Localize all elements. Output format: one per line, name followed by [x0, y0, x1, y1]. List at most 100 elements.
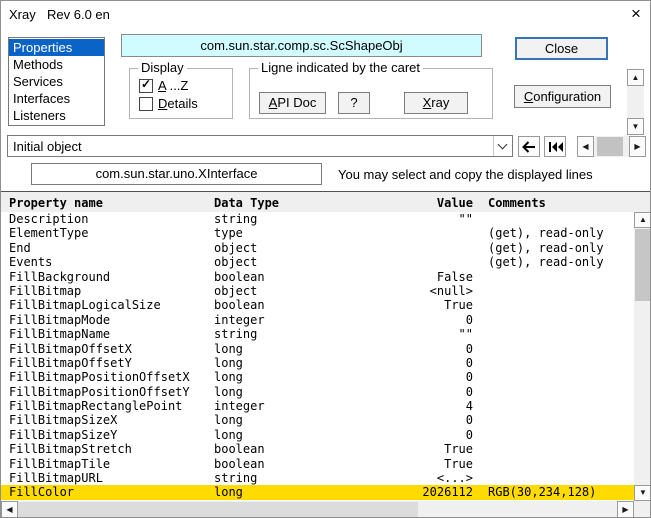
cell-type: boolean — [214, 270, 265, 284]
display-group: Display ✓ A ...Z Details — [129, 68, 233, 119]
table-row[interactable]: FillBitmapPositionOffsetXlong0 — [1, 370, 634, 384]
previous-object-button[interactable] — [518, 136, 540, 157]
up-arrow-icon: ▲ — [639, 216, 647, 224]
object-name-field[interactable]: com.sun.star.comp.sc.ScShapeObj — [121, 34, 482, 57]
down-arrow-icon: ▼ — [639, 489, 647, 497]
help-button-label: ? — [350, 95, 357, 110]
cell-value: True — [323, 442, 473, 456]
chevron-down-icon — [498, 140, 508, 150]
display-group-label: Display — [138, 61, 187, 74]
table-row[interactable]: FillBitmapobject<null> — [1, 284, 634, 298]
cell-comment: (get), read-only — [488, 241, 604, 255]
cell-value: <null> — [323, 284, 473, 298]
az-checkbox[interactable]: ✓ A ...Z — [139, 78, 188, 93]
cell-value: 0 — [323, 356, 473, 370]
table-row[interactable]: FillBitmapSizeYlong0 — [1, 428, 634, 442]
property-table-header: Property name Data Type Value Comments — [1, 191, 651, 212]
window-close-icon[interactable]: × — [625, 3, 647, 25]
column-header-property-name: Property name — [9, 196, 103, 210]
table-horizontal-scrollbar[interactable]: ◀ ▶ — [1, 501, 634, 518]
api-doc-button[interactable]: API Doc — [259, 92, 326, 114]
cell-name: Description — [9, 212, 88, 226]
details-checkbox[interactable]: Details — [139, 96, 198, 111]
cell-type: type — [214, 226, 243, 240]
table-row[interactable]: Descriptionstring"" — [1, 212, 634, 226]
table-row[interactable]: FillBitmapOffsetYlong0 — [1, 356, 634, 370]
listbox-item-interfaces[interactable]: Interfaces — [9, 90, 104, 107]
table-row[interactable]: FillBitmapModeinteger0 — [1, 313, 634, 327]
cell-name: FillBitmapRectanglePoint — [9, 399, 182, 413]
cell-comment: (get), read-only — [488, 255, 604, 269]
cell-type: object — [214, 241, 257, 255]
scrollbar-thumb[interactable] — [18, 502, 418, 518]
up-arrow-icon: ▲ — [632, 74, 640, 82]
column-header-value: Value — [323, 196, 473, 210]
cell-type: string — [214, 327, 257, 341]
cell-value: 0 — [323, 313, 473, 327]
cell-type: long — [214, 413, 243, 427]
cell-name: FillBitmapMode — [9, 313, 110, 327]
window-revision: Rev 6.0 en — [47, 7, 110, 22]
cell-type: object — [214, 255, 257, 269]
dialog-horizontal-scrollbar[interactable]: ◀ ▶ — [577, 136, 646, 157]
listbox-item-properties[interactable]: Properties — [9, 39, 104, 56]
scroll-up-button[interactable]: ▲ — [627, 69, 644, 86]
table-row[interactable]: FillColorlong2026112RGB(30,234,128) — [1, 485, 634, 499]
cell-name: Events — [9, 255, 52, 269]
back-arrow-icon — [522, 141, 536, 153]
scroll-down-button[interactable]: ▼ — [634, 485, 651, 501]
table-row[interactable]: ElementTypetype(get), read-only — [1, 226, 634, 240]
xray-window: Xray Rev 6.0 en × Properties Methods Ser… — [0, 0, 651, 518]
cell-name: FillBitmapTile — [9, 457, 110, 471]
table-row[interactable]: FillBitmapSizeXlong0 — [1, 413, 634, 427]
api-doc-button-label: API Doc — [269, 93, 317, 113]
scroll-right-button[interactable]: ▶ — [617, 501, 634, 518]
scrollbar-thumb[interactable] — [635, 229, 651, 301]
scrollbar-thumb[interactable] — [597, 137, 623, 156]
listbox-item-services[interactable]: Services — [9, 73, 104, 90]
dialog-vertical-scrollbar[interactable]: ▲ ▼ — [627, 69, 644, 135]
cell-value: 0 — [323, 342, 473, 356]
column-header-comments: Comments — [488, 196, 546, 210]
cell-value: "" — [323, 212, 473, 226]
table-row[interactable]: FillBitmapStretchbooleanTrue — [1, 442, 634, 456]
first-object-button[interactable] — [544, 136, 566, 157]
table-row[interactable]: FillBitmapRectanglePointinteger4 — [1, 399, 634, 413]
cell-value: <...> — [323, 471, 473, 485]
table-row[interactable]: FillBitmapPositionOffsetYlong0 — [1, 385, 634, 399]
table-row[interactable]: FillBitmapLogicalSizebooleanTrue — [1, 298, 634, 312]
cell-type: boolean — [214, 457, 265, 471]
table-row[interactable]: FillBitmapTilebooleanTrue — [1, 457, 634, 471]
scroll-left-button[interactable]: ◀ — [577, 136, 594, 157]
close-button[interactable]: Close — [515, 37, 608, 60]
table-row[interactable]: FillBitmapOffsetXlong0 — [1, 342, 634, 356]
listbox-item-methods[interactable]: Methods — [9, 56, 104, 73]
configuration-button-label: Configuration — [524, 86, 601, 107]
table-row[interactable]: Endobject(get), read-only — [1, 241, 634, 255]
scroll-up-button[interactable]: ▲ — [634, 212, 651, 228]
cell-type: long — [214, 342, 243, 356]
scroll-left-button[interactable]: ◀ — [1, 501, 18, 518]
table-row[interactable]: FillBackgroundbooleanFalse — [1, 270, 634, 284]
cell-value: 0 — [323, 413, 473, 427]
checkbox-unchecked-icon — [139, 97, 153, 111]
listbox-item-listeners[interactable]: Listeners — [9, 107, 104, 124]
scroll-right-button[interactable]: ▶ — [629, 136, 646, 157]
cell-name: FillBitmapURL — [9, 471, 103, 485]
interface-name-field[interactable]: com.sun.star.uno.XInterface — [31, 163, 322, 185]
column-header-data-type: Data Type — [214, 196, 279, 210]
xray-button[interactable]: Xray — [404, 92, 468, 114]
scroll-down-button[interactable]: ▼ — [627, 118, 644, 135]
table-row[interactable]: Events object (get), read-only — [1, 255, 634, 269]
cell-value: 0 — [323, 428, 473, 442]
table-row[interactable]: FillBitmapNamestring"" — [1, 327, 634, 341]
table-row[interactable]: FillBitmapURL string <...> — [1, 471, 634, 485]
initial-object-combobox[interactable]: Initial object — [7, 135, 513, 157]
right-arrow-icon: ▶ — [634, 143, 640, 151]
cell-type: string — [214, 471, 257, 485]
configuration-button[interactable]: Configuration — [514, 85, 611, 108]
help-button[interactable]: ? — [338, 92, 370, 114]
combobox-dropdown-button[interactable] — [493, 136, 512, 156]
close-button-label: Close — [545, 41, 578, 56]
table-vertical-scrollbar[interactable]: ▲ ▼ — [634, 212, 651, 501]
